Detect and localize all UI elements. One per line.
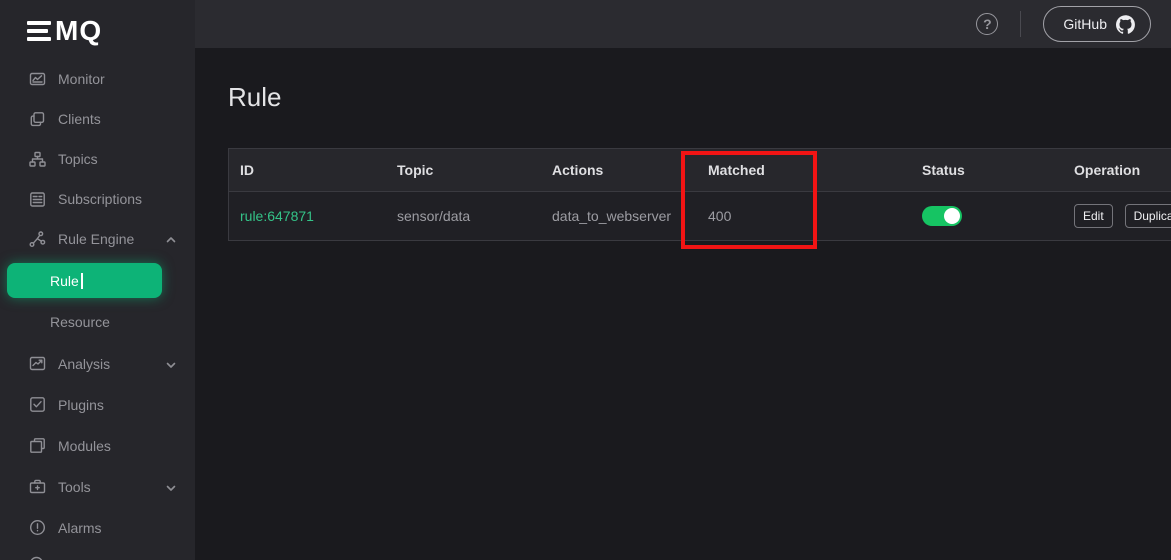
sidebar-item-label: Analysis	[58, 356, 110, 372]
column-header-id: ID	[229, 162, 386, 178]
subscriptions-icon	[28, 190, 47, 209]
sidebar-item-label: Rule Engine	[58, 231, 134, 247]
sidebar-item-label: Subscriptions	[58, 191, 142, 207]
chevron-down-icon	[165, 358, 177, 370]
rule-engine-icon	[28, 230, 47, 249]
column-header-matched: Matched	[697, 162, 911, 178]
settings-gear-icon-partial	[27, 554, 46, 560]
sidebar-item-clients[interactable]: Clients	[0, 99, 195, 139]
clients-icon	[28, 110, 47, 129]
sidebar-item-monitor[interactable]: Monitor	[0, 59, 195, 99]
alarms-icon	[28, 518, 47, 537]
emq-logo[interactable]: MQ	[0, 0, 195, 49]
sidebar-item-label: Rule	[50, 273, 79, 289]
sidebar-item-label: Monitor	[58, 71, 105, 87]
github-octocat-icon	[1116, 15, 1135, 34]
sidebar-item-alarms[interactable]: Alarms	[0, 507, 195, 548]
rule-matched-value: 400	[697, 208, 911, 224]
help-icon-glyph: ?	[983, 16, 992, 32]
help-icon[interactable]: ?	[976, 13, 998, 35]
chevron-down-icon	[165, 481, 177, 493]
sidebar-item-label: Tools	[58, 479, 91, 495]
rule-actions-value: data_to_webserver	[541, 208, 697, 224]
rule-id-link[interactable]: rule:647871	[240, 208, 314, 224]
sidebar-item-label: Modules	[58, 438, 111, 454]
github-button-label: GitHub	[1063, 16, 1107, 32]
sidebar-item-rule-engine[interactable]: Rule Engine	[0, 219, 195, 259]
monitor-icon	[28, 70, 47, 89]
emq-logo-text: MQ	[55, 17, 102, 45]
github-button[interactable]: GitHub	[1043, 6, 1151, 42]
emq-logo-bars-icon	[27, 21, 51, 41]
emqx-dashboard: ? GitHub MQ Monitor	[0, 0, 1171, 560]
sidebar-item-tools[interactable]: Tools	[0, 466, 195, 507]
duplicate-button[interactable]: Duplicate	[1125, 204, 1171, 228]
tools-icon	[28, 477, 47, 496]
topbar: ? GitHub	[195, 0, 1171, 48]
sidebar-item-plugins[interactable]: Plugins	[0, 384, 195, 425]
topbar-divider	[1020, 11, 1021, 37]
table-header-row: ID Topic Actions Matched Status Operatio…	[229, 149, 1171, 192]
plugins-icon	[28, 395, 47, 414]
sidebar-item-label: Clients	[58, 111, 101, 127]
status-toggle[interactable]	[922, 206, 962, 226]
active-item-pill: Rule	[7, 263, 162, 298]
sidebar-item-label: Resource	[50, 314, 110, 330]
edit-button[interactable]: Edit	[1074, 204, 1113, 228]
topics-icon	[28, 150, 47, 169]
sidebar-item-topics[interactable]: Topics	[0, 139, 195, 179]
sidebar-nav: Monitor Clients Topics Subscriptions	[0, 59, 195, 548]
sidebar-item-subscriptions[interactable]: Subscriptions	[0, 179, 195, 219]
toggle-knob	[944, 208, 960, 224]
sidebar-item-label: Plugins	[58, 397, 104, 413]
column-header-status: Status	[911, 162, 1063, 178]
modules-icon	[28, 436, 47, 455]
analysis-icon	[28, 354, 47, 373]
sidebar-item-modules[interactable]: Modules	[0, 425, 195, 466]
rule-topic-value: sensor/data	[386, 208, 541, 224]
rule-table: ID Topic Actions Matched Status Operatio…	[228, 148, 1171, 241]
column-header-topic: Topic	[386, 162, 541, 178]
sidebar-item-rule[interactable]: Rule	[0, 259, 195, 301]
sidebar-item-resource[interactable]: Resource	[0, 301, 195, 343]
sidebar-item-label: Alarms	[58, 520, 102, 536]
sidebar-item-analysis[interactable]: Analysis	[0, 343, 195, 384]
sidebar-item-label: Topics	[58, 151, 98, 167]
table-row: rule:647871 sensor/data data_to_webserve…	[229, 192, 1171, 240]
page-title: Rule	[228, 82, 281, 113]
column-header-operation: Operation	[1063, 162, 1171, 178]
text-caret	[81, 273, 83, 289]
sidebar: MQ Monitor Clients Topics	[0, 0, 195, 560]
column-header-actions: Actions	[541, 162, 697, 178]
chevron-up-icon	[165, 233, 177, 245]
